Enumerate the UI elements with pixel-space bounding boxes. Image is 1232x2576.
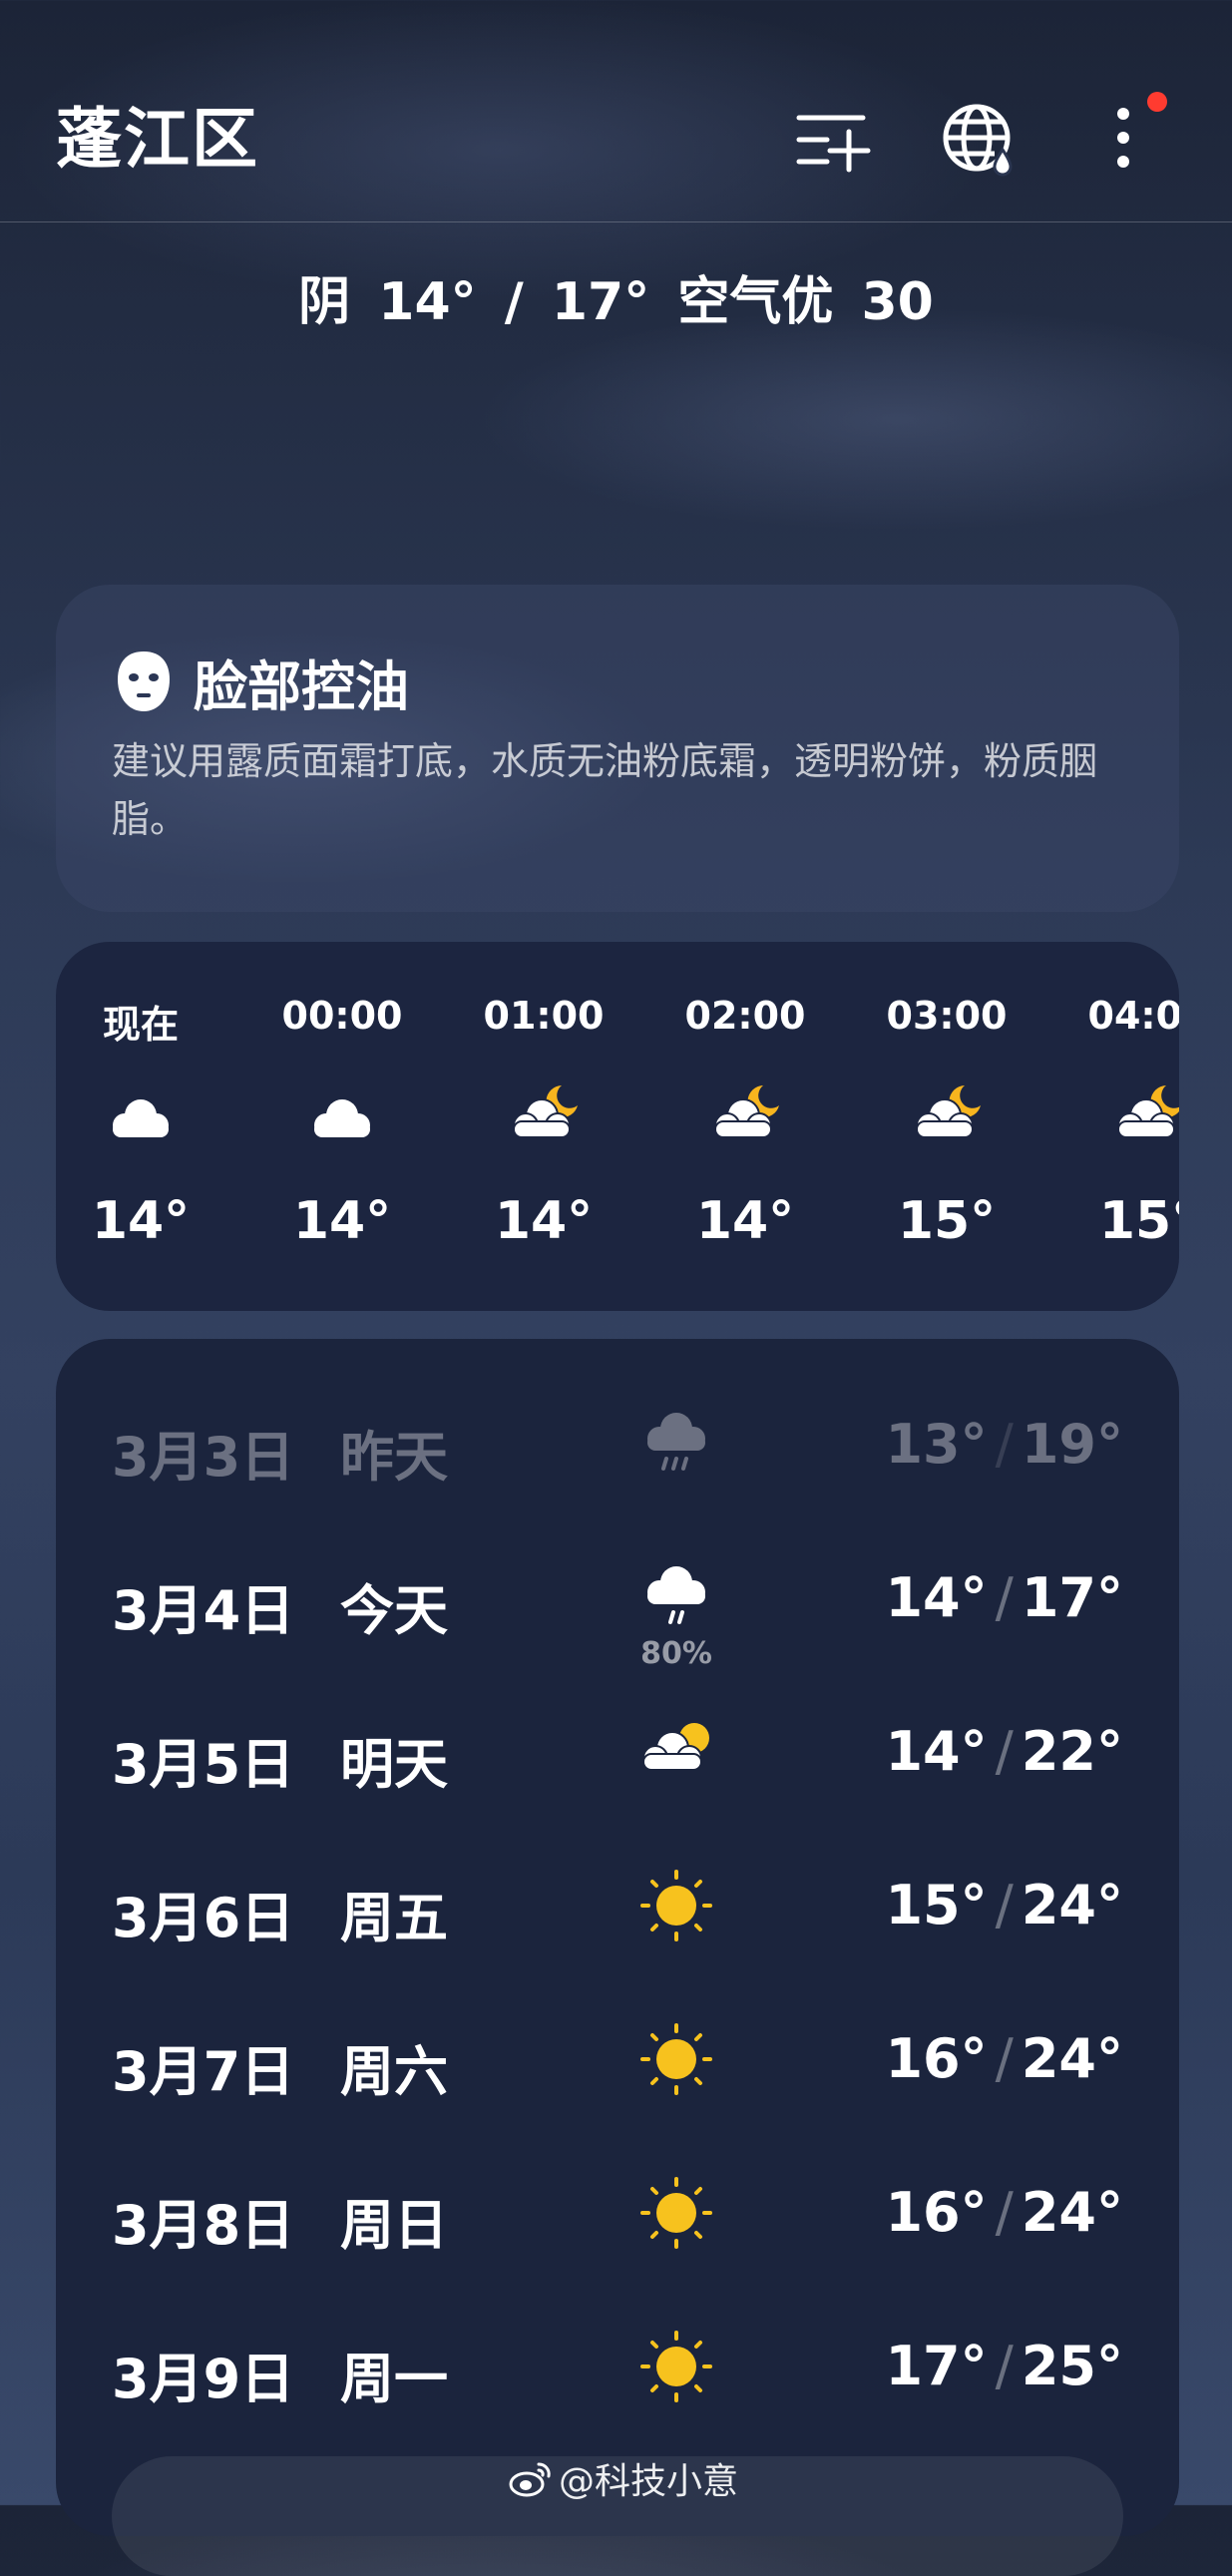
day-name: 昨天 (340, 1426, 448, 1489)
life-tip-card[interactable]: 脸部控油 建议用露质面霜打底，水质无油粉底霜，透明粉饼，粉质胭脂。 (56, 585, 1179, 912)
day-low: 17° (885, 2335, 988, 2397)
tip-text: 建议用露质面霜打底，水质无油粉底霜，透明粉饼，粉质胭脂。 (112, 739, 1098, 841)
sun-icon (632, 2173, 720, 2253)
hour-temp: 14° (292, 1191, 392, 1251)
day-high: 24° (1021, 1874, 1123, 1936)
daily-row[interactable]: 3月4日 今天 80% 14°/17° (56, 1528, 1179, 1671)
hour-item[interactable]: 00:00 14° (272, 942, 412, 1311)
hour-time: 04:00 (1087, 994, 1179, 1038)
rain-cloud-icon (632, 1405, 720, 1485)
hour-temp: 14° (695, 1191, 795, 1251)
hour-item[interactable]: 现在 14° (71, 942, 210, 1311)
hour-item[interactable]: 02:00 14° (675, 942, 815, 1311)
watermark-text: @科技小意 (559, 2461, 739, 2502)
hour-item[interactable]: 03:00 15° (877, 942, 1017, 1311)
day-name: 周日 (340, 2194, 448, 2257)
day-name: 今天 (340, 1579, 448, 1642)
daily-row[interactable]: 3月7日 周六 16°/24° (56, 1989, 1179, 2129)
daily-row[interactable]: 3月6日 周五 15°/24° (56, 1836, 1179, 1975)
hour-time: 03:00 (886, 994, 1008, 1038)
day-low: 14° (885, 1566, 988, 1629)
watermark: @科技小意 (509, 2452, 738, 2504)
top-bar: 蓬江区 (0, 0, 1232, 222)
face-mask-icon (118, 651, 170, 711)
day-temp-range: 16°/24° (885, 2027, 1123, 2090)
day-date: 3月9日 (112, 2348, 295, 2410)
weibo-icon (509, 2462, 551, 2497)
rain-cloud-icon (632, 1558, 720, 1638)
hour-temp: 15° (897, 1191, 997, 1251)
partly-cloudy-icon (632, 1712, 720, 1792)
day-low: 16° (885, 2181, 988, 2244)
daily-forecast: 3月3日 昨天 13°/19° 3月4日 今天 80% 14°/17° 3月5日… (56, 1339, 1179, 2536)
day-date: 3月7日 (112, 2040, 295, 2103)
day-high: 25° (1021, 2335, 1123, 2397)
day-temp-range: 14°/17° (885, 1566, 1123, 1629)
cloud-icon (302, 1081, 382, 1151)
hour-time: 现在 (102, 1003, 179, 1047)
day-low: 13° (885, 1413, 988, 1476)
day-temp-range: 16°/24° (885, 2181, 1123, 2244)
hourly-forecast[interactable]: 现在 14° 00:00 14° 01:00 14° 02:00 14° 03:… (56, 942, 1179, 1311)
hour-time: 01:00 (483, 994, 605, 1038)
hour-time: 02:00 (684, 994, 806, 1038)
sun-icon (632, 2019, 720, 2099)
daily-row[interactable]: 3月3日 昨天 13°/19° (56, 1375, 1179, 1514)
globe-weather-icon[interactable] (939, 100, 1019, 180)
notification-dot (1147, 92, 1167, 112)
day-temp-range: 15°/24° (885, 1874, 1123, 1936)
daily-row[interactable]: 3月5日 明天 14°/22° (56, 1682, 1179, 1822)
city-name[interactable]: 蓬江区 (56, 95, 259, 185)
hour-temp: 15° (1098, 1191, 1179, 1251)
day-date: 3月5日 (112, 1733, 295, 1796)
day-date: 3月3日 (112, 1426, 295, 1489)
daily-row[interactable]: 3月8日 周日 16°/24° (56, 2143, 1179, 2283)
hour-item[interactable]: 04:00 15° (1078, 942, 1179, 1311)
manage-cities-icon[interactable] (791, 100, 871, 180)
hour-time: 00:00 (281, 994, 403, 1038)
day-high: 17° (1021, 1566, 1123, 1629)
day-high: 24° (1021, 2027, 1123, 2090)
hour-item[interactable]: 01:00 14° (474, 942, 614, 1311)
hour-temp: 14° (494, 1191, 594, 1251)
temp-range-text: 14° / 17° (378, 272, 650, 332)
day-name: 周五 (340, 1887, 448, 1949)
day-date: 3月8日 (112, 2194, 295, 2257)
sun-icon (632, 2327, 720, 2406)
day-low: 16° (885, 2027, 988, 2090)
day-temp-range: 17°/25° (885, 2335, 1123, 2397)
cloud-icon (101, 1081, 181, 1151)
partly-cloudy-night-icon (1108, 1081, 1179, 1151)
day-high: 22° (1021, 1720, 1123, 1783)
current-summary: 阴 14° / 17° 空气优 30 (0, 267, 1232, 337)
day-high: 19° (1021, 1413, 1123, 1476)
day-name: 周六 (340, 2040, 448, 2103)
tip-title: 脸部控油 (194, 654, 409, 718)
hour-temp: 14° (91, 1191, 191, 1251)
air-quality-text[interactable]: 空气优 30 (677, 272, 933, 332)
day-date: 3月4日 (112, 1579, 295, 1642)
day-temp-range: 13°/19° (885, 1413, 1123, 1476)
condition-text: 阴 (298, 272, 351, 332)
day-low: 14° (885, 1720, 988, 1783)
day-name: 周一 (340, 2348, 448, 2410)
day-low: 15° (885, 1874, 988, 1936)
sun-icon (632, 1866, 720, 1945)
partly-cloudy-night-icon (504, 1081, 584, 1151)
partly-cloudy-night-icon (907, 1081, 987, 1151)
more-menu-icon[interactable] (1083, 100, 1163, 180)
partly-cloudy-night-icon (705, 1081, 785, 1151)
day-date: 3月6日 (112, 1887, 295, 1949)
daily-row[interactable]: 3月9日 周一 17°/25° (56, 2297, 1179, 2436)
day-temp-range: 14°/22° (885, 1720, 1123, 1783)
precipitation-probability: 80% (640, 1636, 712, 1671)
day-name: 明天 (340, 1733, 448, 1796)
day-high: 24° (1021, 2181, 1123, 2244)
